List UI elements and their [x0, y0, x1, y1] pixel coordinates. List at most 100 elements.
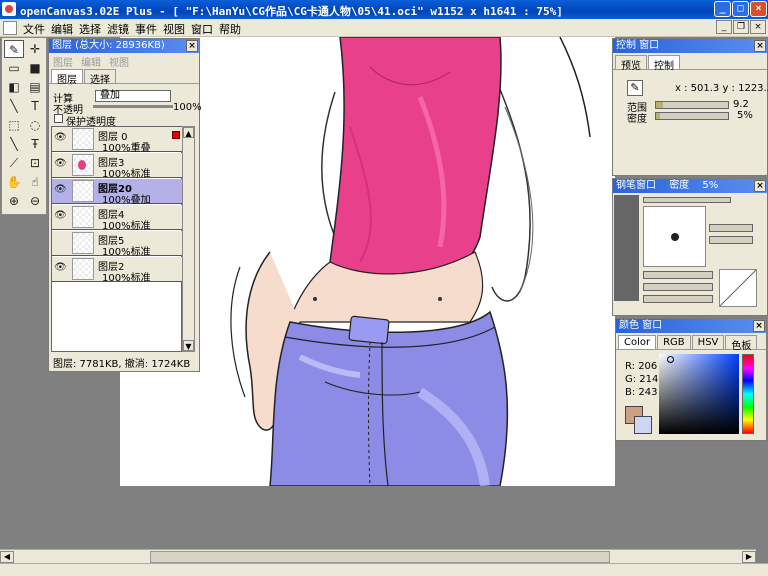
- color-panel-title[interactable]: 颜色 窗口 ×: [616, 319, 766, 333]
- layer-submenu-edit[interactable]: 编辑: [81, 54, 101, 69]
- scroll-right-icon[interactable]: ▶: [742, 551, 756, 563]
- pen-tool-icon[interactable]: ✎: [4, 40, 24, 58]
- control-panel-title[interactable]: 控制 窗口 ×: [613, 39, 767, 53]
- brush-panel-close-icon[interactable]: ×: [754, 180, 766, 192]
- background-color-swatch[interactable]: [634, 416, 652, 434]
- layer-panel-title[interactable]: 图层 (总大小: 28936KB) ×: [49, 39, 199, 53]
- pressure-curve-graph[interactable]: [719, 269, 757, 307]
- tab-hsv[interactable]: HSV: [691, 335, 725, 349]
- layer-row[interactable]: 👁 图层 0 100%重叠: [52, 127, 182, 154]
- blue-value: B: 243: [625, 387, 658, 398]
- rect-tool-icon[interactable]: ▭: [4, 59, 24, 77]
- layer-row[interactable]: 👁 图层3 100%标准: [52, 153, 182, 180]
- menu-event[interactable]: 事件: [132, 21, 160, 37]
- doc-minimize-button[interactable]: _: [716, 20, 732, 34]
- brush-panel-title[interactable]: 钢笔窗口 密度 5% ×: [613, 179, 767, 193]
- color-picker-cursor[interactable]: [667, 356, 674, 363]
- hue-slider[interactable]: [742, 354, 754, 434]
- eye-icon[interactable]: 👁: [54, 210, 67, 222]
- tab-preview[interactable]: 预览: [615, 55, 647, 72]
- brush-param-slider-3[interactable]: [643, 271, 713, 279]
- brush-param-slider-2[interactable]: [709, 236, 753, 244]
- lasso-tool-icon[interactable]: ◌: [25, 116, 45, 134]
- tab-color[interactable]: Color: [618, 335, 657, 349]
- layer-row-selected[interactable]: 👁 图层20 100%叠加: [52, 179, 182, 206]
- tab-rgb[interactable]: RGB: [657, 335, 691, 349]
- bucket-tool-icon[interactable]: ◧: [4, 78, 24, 96]
- doc-restore-button[interactable]: ❐: [733, 20, 749, 34]
- horizontal-scrollbar[interactable]: ◀ ▶: [0, 549, 756, 563]
- layer-scrollbar[interactable]: ▲ ▼: [182, 126, 195, 352]
- scroll-left-icon[interactable]: ◀: [0, 551, 14, 563]
- layer-submenu-view[interactable]: 视图: [109, 54, 129, 69]
- brush-size-slider[interactable]: [643, 197, 731, 203]
- eye-icon[interactable]: 👁: [54, 184, 67, 196]
- horizontal-scroll-thumb[interactable]: [150, 551, 610, 563]
- opacity-slider[interactable]: [93, 105, 173, 108]
- density-value: 5%: [737, 110, 753, 121]
- menu-window[interactable]: 窗口: [188, 21, 216, 37]
- fill-rect-tool-icon[interactable]: ■: [25, 59, 45, 77]
- range-slider[interactable]: [655, 101, 729, 109]
- tab-layers[interactable]: 图层: [51, 69, 83, 86]
- protect-alpha-checkbox[interactable]: [54, 114, 63, 123]
- menu-file[interactable]: 文件: [20, 21, 48, 37]
- doc-close-button[interactable]: ×: [750, 20, 766, 34]
- brush-density-label: 密度: [669, 180, 690, 191]
- layer-row[interactable]: 👁 图层2 100%标准: [52, 257, 182, 284]
- color-panel-close-icon[interactable]: ×: [753, 320, 765, 332]
- menu-help[interactable]: 帮助: [216, 21, 244, 37]
- brush-type-list[interactable]: [614, 195, 639, 301]
- menu-bar: 文件 编辑 选择 滤镜 事件 视图 窗口 帮助 _ ❐ ×: [0, 19, 768, 37]
- move-tool-icon[interactable]: ✛: [25, 40, 45, 58]
- layer-row[interactable]: 图层5 100%标准: [52, 231, 182, 258]
- layer-thumbnail: [72, 232, 94, 254]
- density-slider[interactable]: [655, 112, 729, 120]
- maximize-button[interactable]: □: [732, 1, 749, 17]
- layer-submenu-layer[interactable]: 图层: [53, 54, 73, 69]
- brush-param-slider-1[interactable]: [709, 224, 753, 232]
- brush-panel: 钢笔窗口 密度 5% ×: [612, 178, 768, 316]
- minimize-button[interactable]: _: [714, 1, 731, 17]
- text-tool-icon[interactable]: T: [25, 97, 45, 115]
- eye-icon[interactable]: 👁: [54, 158, 67, 170]
- menu-view[interactable]: 视图: [160, 21, 188, 37]
- line-tool-icon[interactable]: ╲: [4, 97, 24, 115]
- brush-param-slider-4[interactable]: [643, 283, 713, 291]
- zoom-in-tool-icon[interactable]: ⊕: [4, 192, 24, 210]
- brush-param-slider-5[interactable]: [643, 295, 713, 303]
- control-panel-close-icon[interactable]: ×: [754, 40, 766, 52]
- text-select-tool-icon[interactable]: Ŧ: [25, 135, 45, 153]
- close-button[interactable]: ×: [750, 1, 767, 17]
- layer-memory-status: 图层: 7781KB, 撤消: 1724KB: [53, 359, 191, 370]
- scroll-down-icon[interactable]: ▼: [183, 340, 194, 351]
- saturation-value-picker[interactable]: [659, 354, 739, 434]
- tab-control[interactable]: 控制: [648, 55, 680, 72]
- rotate-hand-tool-icon[interactable]: ☝: [25, 173, 45, 191]
- zoom-out-tool-icon[interactable]: ⊖: [25, 192, 45, 210]
- menu-filter[interactable]: 滤镜: [104, 21, 132, 37]
- layer-panel-close-icon[interactable]: ×: [186, 40, 198, 52]
- eye-icon[interactable]: 👁: [54, 262, 67, 274]
- eye-icon[interactable]: 👁: [54, 132, 67, 144]
- app-icon: [2, 2, 16, 16]
- menu-select[interactable]: 选择: [76, 21, 104, 37]
- layer-thumbnail: [72, 180, 94, 202]
- select-tool-icon[interactable]: ⬚: [4, 116, 24, 134]
- red-value: R: 206: [625, 361, 658, 372]
- menu-edit[interactable]: 编辑: [48, 21, 76, 37]
- eye-icon[interactable]: [54, 236, 66, 248]
- transform-tool-icon[interactable]: ⊡: [25, 154, 45, 172]
- brush-dot: [671, 233, 679, 241]
- blend-mode-select[interactable]: 叠加: [95, 90, 171, 102]
- gradient-tool-icon[interactable]: ▤: [25, 78, 45, 96]
- layer-row[interactable]: 👁 图层4 100%标准: [52, 205, 182, 232]
- line-select-tool-icon[interactable]: ╲: [4, 135, 24, 153]
- document-icon[interactable]: [3, 21, 17, 35]
- pen-icon: ✎: [627, 80, 643, 96]
- tab-swatches[interactable]: 色板: [725, 335, 758, 352]
- eyedropper-tool-icon[interactable]: ⟋: [4, 154, 24, 172]
- hand-tool-icon[interactable]: ✋: [4, 173, 24, 191]
- tab-selection[interactable]: 选择: [84, 69, 116, 86]
- scroll-up-icon[interactable]: ▲: [183, 127, 194, 138]
